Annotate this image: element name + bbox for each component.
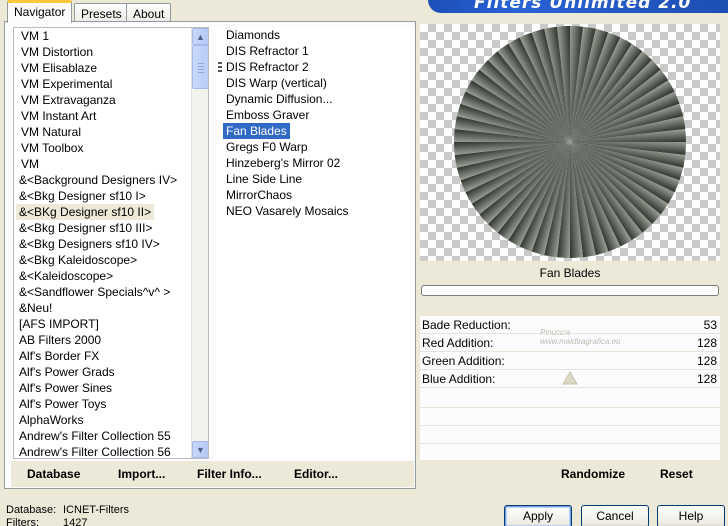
filter-item[interactable]: DIS Refractor 2: [223, 59, 312, 75]
category-item[interactable]: Alf's Border FX: [16, 348, 102, 364]
category-item[interactable]: VM 1: [18, 28, 52, 44]
filter-item[interactable]: Gregs F0 Warp: [223, 139, 311, 155]
param-label: Bade Reduction:: [422, 318, 511, 332]
filter-item[interactable]: Fan Blades: [223, 123, 290, 139]
tab-presets[interactable]: Presets: [74, 3, 129, 22]
filter-item[interactable]: DIS Warp (vertical): [223, 75, 330, 91]
scroll-down-button[interactable]: ▼: [192, 441, 208, 458]
category-item[interactable]: VM Toolbox: [18, 140, 86, 156]
randomize-button[interactable]: Randomize: [561, 466, 625, 482]
param-row-empty: [420, 444, 720, 462]
category-item[interactable]: VM: [18, 156, 42, 172]
category-item[interactable]: &Neu!: [16, 300, 55, 316]
resize-grip-icon[interactable]: [218, 62, 222, 72]
param-row[interactable]: Bade Reduction: 53: [420, 316, 720, 334]
apply-button[interactable]: Apply: [504, 505, 572, 526]
param-label: Green Addition:: [422, 354, 505, 368]
scroll-thumb[interactable]: [192, 45, 208, 89]
progress-bar: [421, 285, 719, 296]
category-item[interactable]: VM Elisablaze: [18, 60, 100, 76]
category-item[interactable]: Alf's Power Toys: [16, 396, 109, 412]
database-button[interactable]: Database: [27, 466, 80, 482]
filter-item[interactable]: MirrorChaos: [223, 187, 295, 203]
filter-preview: [420, 24, 720, 261]
category-item[interactable]: &<Bkg Designer sf10 III>: [16, 220, 155, 236]
chevron-up-icon: ▲: [196, 31, 205, 42]
grip-line: [198, 72, 204, 73]
cancel-button[interactable]: Cancel: [581, 505, 649, 526]
import-button[interactable]: Import...: [118, 466, 165, 482]
filter-item[interactable]: Line Side Line: [223, 171, 305, 187]
param-value: 128: [696, 336, 717, 350]
category-item[interactable]: &<Bkg Kaleidoscope>: [16, 252, 140, 268]
tab-about[interactable]: About: [126, 3, 172, 22]
category-item[interactable]: VM Extravaganza: [18, 92, 119, 108]
fan-blades-preview-image: [454, 26, 686, 258]
category-scrollbar[interactable]: ▲ ▼: [191, 28, 208, 458]
param-label: Blue Addition:: [422, 372, 496, 386]
tab-navigator[interactable]: Navigator: [7, 0, 73, 23]
filter-info-button[interactable]: Filter Info...: [197, 466, 262, 482]
filter-item[interactable]: NEO Vasarely Mosaics: [223, 203, 351, 219]
category-item[interactable]: &<Sandflower Specials^v^ >: [16, 284, 173, 300]
category-item[interactable]: &<Background Designers IV>: [16, 172, 180, 188]
category-item[interactable]: Andrew's Filter Collection 56: [16, 444, 174, 458]
filter-item[interactable]: Emboss Graver: [223, 107, 312, 123]
param-value: 53: [703, 318, 717, 332]
scroll-up-button[interactable]: ▲: [192, 28, 208, 45]
param-row-empty: [420, 408, 720, 426]
filter-parameters[interactable]: Pinuccia www.maldiragrafica.eu Bade Redu…: [420, 316, 720, 462]
category-list[interactable]: ▲ ▼ VM 1 VM Distortion VM Elisablaze VM Exp…: [13, 27, 209, 459]
category-item[interactable]: [AFS IMPORT]: [16, 316, 102, 332]
param-row[interactable]: Green Addition: 128: [420, 352, 720, 370]
category-item[interactable]: Andrew's Filter Collection 55: [16, 428, 174, 444]
category-item[interactable]: &<Kaleidoscope>: [16, 268, 116, 284]
grip-line: [198, 69, 204, 70]
chevron-down-icon: ▼: [196, 444, 205, 455]
database-value: ICNET-Filters: [63, 504, 129, 516]
param-row[interactable]: Blue Addition: 128: [420, 370, 720, 388]
param-value: 128: [696, 354, 717, 368]
filters-label: Filters:: [6, 517, 39, 526]
category-item[interactable]: VM Experimental: [18, 76, 115, 92]
reset-button[interactable]: Reset: [660, 466, 693, 482]
filter-item[interactable]: Hinzeberg's Mirror 02: [223, 155, 343, 171]
filter-list[interactable]: Diamonds DIS Refractor 1 DIS Refractor 2 DI…: [215, 27, 414, 459]
database-label: Database:: [6, 504, 57, 516]
category-item[interactable]: VM Distortion: [18, 44, 96, 60]
category-item[interactable]: Alf's Power Grads: [16, 364, 118, 380]
category-item[interactable]: &<Bkg Designer sf10 I>: [16, 188, 149, 204]
grip-line: [198, 63, 204, 64]
category-item[interactable]: &<BKg Designer sf10 II>: [16, 204, 155, 220]
category-item[interactable]: VM Natural: [18, 124, 84, 140]
app-banner: Filters Unlimited 2.0: [428, 0, 728, 13]
filter-item[interactable]: Diamonds: [223, 27, 283, 43]
editor-button[interactable]: Editor...: [294, 466, 338, 482]
category-item[interactable]: AB Filters 2000: [16, 332, 104, 348]
param-row-empty: [420, 390, 720, 408]
param-row[interactable]: Red Addition: 128: [420, 334, 720, 352]
selected-filter-name: Fan Blades: [420, 263, 720, 283]
filter-item[interactable]: DIS Refractor 1: [223, 43, 312, 59]
app-title: Filters Unlimited 2.0: [474, 0, 692, 13]
param-label: Red Addition:: [422, 336, 494, 350]
filter-item[interactable]: Dynamic Diffusion...: [223, 91, 335, 107]
category-item[interactable]: AlphaWorks: [16, 412, 86, 428]
grip-line: [198, 66, 204, 67]
category-item[interactable]: VM Instant Art: [18, 108, 99, 124]
filters-count: 1427: [63, 517, 88, 526]
help-button[interactable]: Help: [657, 505, 725, 526]
param-row-empty: [420, 426, 720, 444]
param-value: 128: [696, 372, 717, 386]
category-item[interactable]: &<Bkg Designers sf10 IV>: [16, 236, 163, 252]
category-item[interactable]: Alf's Power Sines: [16, 380, 115, 396]
left-button-bar: Database Import... Filter Info... Editor…: [11, 461, 414, 487]
right-button-bar: Randomize Reset: [420, 461, 720, 487]
